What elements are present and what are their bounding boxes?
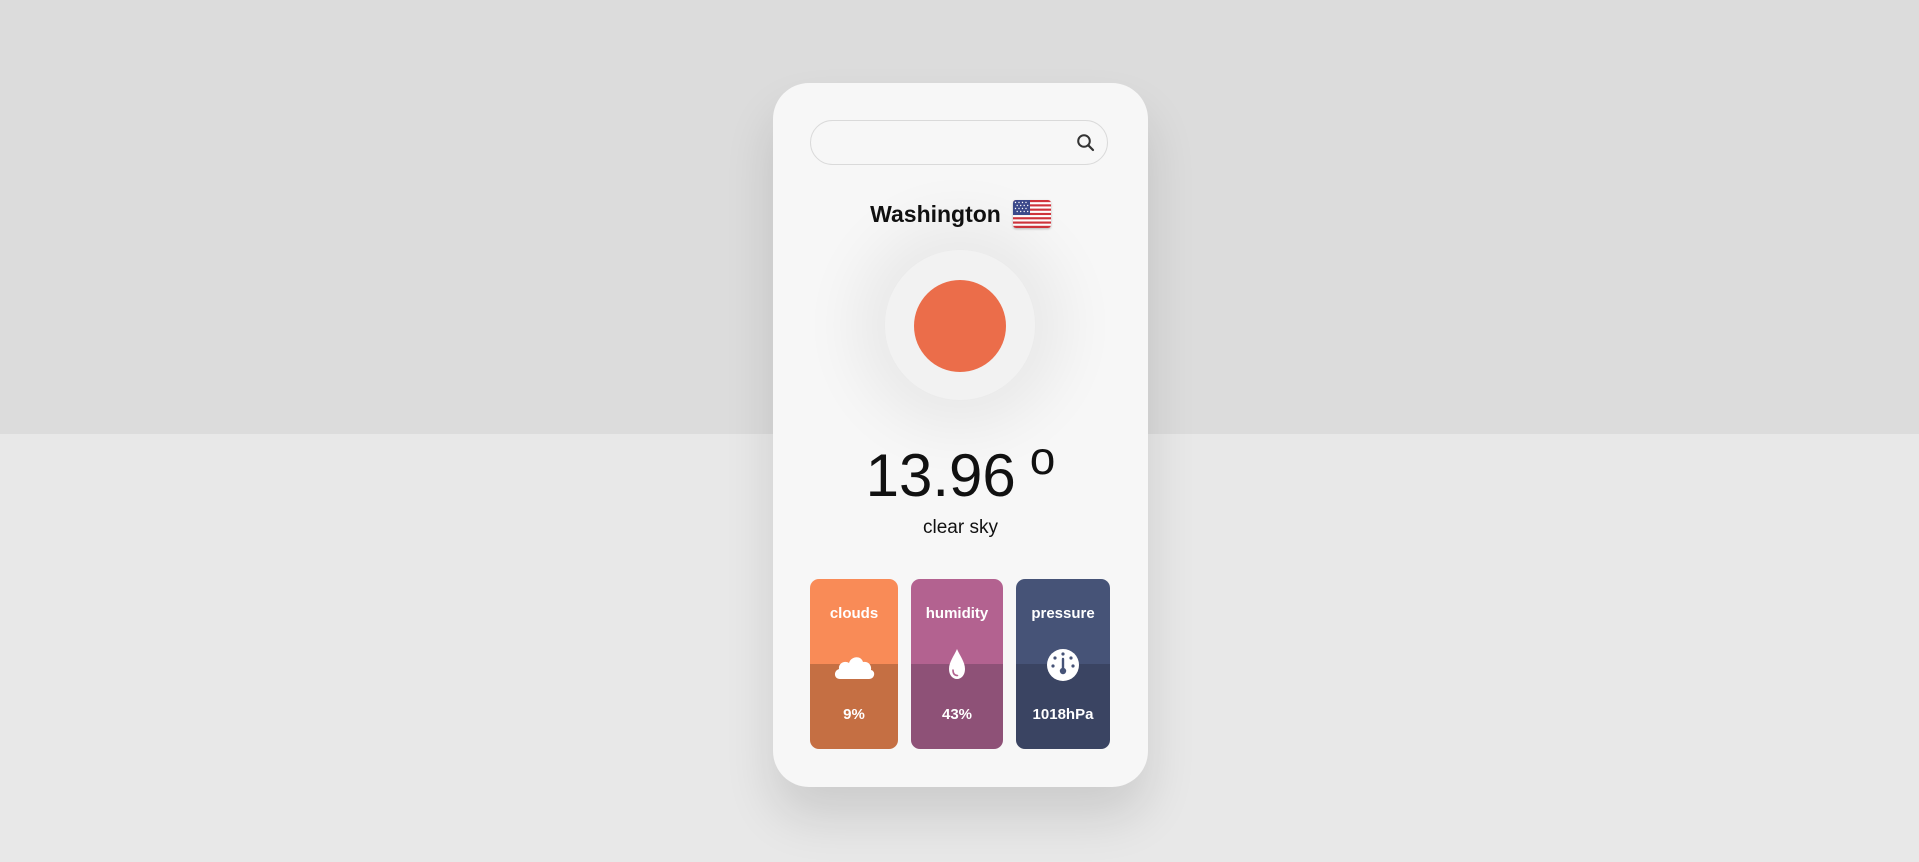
stat-value: 1018hPa <box>1032 706 1094 723</box>
stat-label: pressure <box>1031 605 1095 622</box>
gauge-icon <box>1047 649 1079 681</box>
search-bar <box>810 120 1108 166</box>
weather-card: Washington 13.96 o clear sky clouds 9% h… <box>773 83 1148 787</box>
temperature: 13.96 o <box>773 435 1148 506</box>
stat-label: clouds <box>829 605 879 622</box>
degree-symbol: o <box>1029 432 1056 484</box>
pressure-card: pressure 1018hPa <box>1016 579 1110 749</box>
city-name: Washington <box>870 200 1001 227</box>
stat-label: humidity <box>925 605 989 622</box>
weather-description: clear sky <box>923 517 998 538</box>
stat-value: 43% <box>941 706 973 723</box>
search-icon <box>1077 134 1095 152</box>
temperature-value: 13.96 <box>865 442 1016 509</box>
location-row: Washington <box>773 196 1148 232</box>
search-input[interactable] <box>825 121 1069 166</box>
stat-value: 9% <box>843 706 865 723</box>
sun-icon <box>914 280 1006 372</box>
search-button[interactable] <box>1075 132 1097 154</box>
cloud-icon <box>834 657 875 679</box>
clouds-card: clouds 9% <box>810 579 898 749</box>
humidity-card: humidity 43% <box>911 579 1003 749</box>
water-drop-icon <box>949 649 965 679</box>
us-flag-icon <box>1012 200 1051 228</box>
